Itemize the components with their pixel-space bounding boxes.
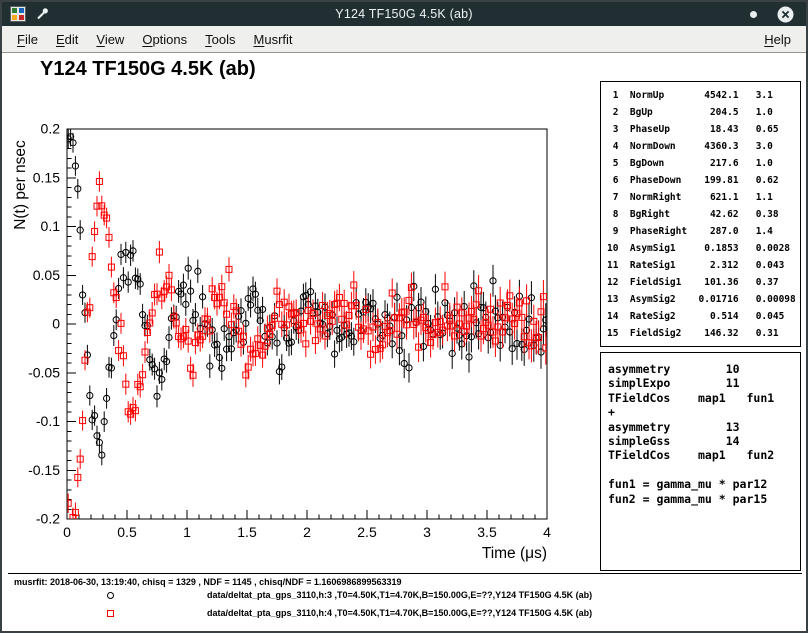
- plot-area[interactable]: 0 0.5 1 1.5 2 2.5 3 3.5 4 -0.2 -0.15 -0.1 -0.05 0 0.05…: [2, 53, 602, 573]
- series-open-square: [65, 171, 549, 548]
- svg-text:0.2: 0.2: [41, 121, 61, 137]
- fit-parameter-row: 8 BgRight 42.62 0.38: [607, 206, 800, 223]
- open-square-icon: [107, 610, 114, 617]
- fit-info-footer: musrfit: 2018-06-30, 13:19:40, chisq = 1…: [8, 573, 802, 623]
- theory-line: asymmetry 10: [608, 362, 800, 376]
- theory-line: simplExpo 11: [608, 376, 800, 390]
- fit-parameter-row: 4 NormDown 4360.3 3.0: [607, 138, 800, 155]
- theory-line: TFieldCos map1 fun1: [608, 391, 800, 405]
- theory-line: simpleGss 14: [608, 434, 800, 448]
- legend: data/deltat_pta_gps_3110,h:3 ,T0=4.50K,T…: [8, 587, 802, 623]
- fit-parameter-row: 1 NormUp 4542.1 3.1: [607, 87, 800, 104]
- fit-parameter-row: 12 FieldSig1 101.36 0.37: [607, 274, 800, 291]
- menu-help[interactable]: Help: [755, 32, 800, 47]
- svg-text:0.15: 0.15: [33, 169, 60, 185]
- fit-parameter-row: 2 BgUp 204.5 1.0: [607, 104, 800, 121]
- legend-entry: data/deltat_pta_gps_3110,h:4 ,T0=4.50K,T…: [8, 605, 802, 623]
- root-canvas[interactable]: Y124 TF150G 4.5K (ab) 00.511.522.533.54-…: [2, 53, 806, 631]
- open-circle-icon: [107, 592, 114, 599]
- svg-text:1.5: 1.5: [237, 524, 257, 540]
- fit-parameters-panel: 1 NormUp 4542.1 3.1 2 BgUp 204.5 1.0 3 P…: [600, 81, 801, 347]
- menu-edit[interactable]: Edit: [47, 32, 87, 47]
- theory-line: asymmetry 13: [608, 420, 800, 434]
- fit-parameter-row: 7 NormRight 621.1 1.1: [607, 189, 800, 206]
- svg-text:0.5: 0.5: [117, 524, 137, 540]
- svg-text:3.5: 3.5: [477, 524, 497, 540]
- menu-musrfit[interactable]: Musrfit: [245, 32, 302, 47]
- theory-line: fun1 = gamma_mu * par12: [608, 477, 800, 491]
- fit-parameter-row: 10 AsymSig1 0.1853 0.0028: [607, 240, 800, 257]
- close-button[interactable]: [777, 6, 794, 23]
- svg-text:-0.1: -0.1: [36, 413, 60, 429]
- svg-text:0: 0: [52, 316, 60, 332]
- svg-text:N(t) per nsec: N(t) per nsec: [12, 140, 29, 230]
- menu-file[interactable]: File: [8, 32, 47, 47]
- fit-parameter-row: 15 FieldSig2 146.32 0.31: [607, 325, 800, 342]
- menu-options[interactable]: Options: [133, 32, 196, 47]
- legend-label: data/deltat_pta_gps_3110,h:3 ,T0=4.50K,T…: [207, 590, 592, 600]
- svg-text:4: 4: [543, 524, 551, 540]
- titlebar[interactable]: Y124 TF150G 4.5K (ab): [2, 2, 806, 26]
- plot-frame: [67, 129, 547, 519]
- fit-parameter-row: 6 PhaseDown 199.81 0.62: [607, 172, 800, 189]
- svg-text:Time (μs): Time (μs): [482, 545, 547, 562]
- minimize-button[interactable]: [750, 11, 757, 18]
- musrview-window: Y124 TF150G 4.5K (ab) File Edit View Opt…: [0, 0, 808, 633]
- legend-entry: data/deltat_pta_gps_3110,h:3 ,T0=4.50K,T…: [8, 587, 802, 605]
- svg-text:2.5: 2.5: [357, 524, 377, 540]
- svg-text:2: 2: [303, 524, 311, 540]
- theory-line: TFieldCos map1 fun2: [608, 448, 800, 462]
- menubar: File Edit View Options Tools Musrfit Hel…: [2, 26, 806, 53]
- svg-text:0: 0: [63, 524, 71, 540]
- svg-text:1: 1: [183, 524, 191, 540]
- app-icon: [10, 6, 26, 22]
- legend-label: data/deltat_pta_gps_3110,h:4 ,T0=4.50K,T…: [207, 608, 592, 618]
- theory-line: +: [608, 405, 800, 419]
- svg-text:0.1: 0.1: [41, 218, 61, 234]
- svg-text:-0.2: -0.2: [36, 511, 60, 527]
- fit-parameter-row: 5 BgDown 217.6 1.0: [607, 155, 800, 172]
- pin-icon[interactable]: [35, 7, 49, 21]
- fit-parameter-row: 11 RateSig1 2.312 0.043: [607, 257, 800, 274]
- fit-parameter-row: 13 AsymSig2 0.01716 0.00098: [607, 291, 800, 308]
- menu-view[interactable]: View: [87, 32, 133, 47]
- theory-line: fun2 = gamma_mu * par15: [608, 492, 800, 506]
- svg-text:0.05: 0.05: [33, 267, 60, 283]
- svg-text:-0.15: -0.15: [28, 462, 60, 478]
- menu-tools[interactable]: Tools: [196, 32, 244, 47]
- svg-text:-0.05: -0.05: [28, 364, 60, 380]
- fit-parameter-row: 9 PhaseRight 287.0 1.4: [607, 223, 800, 240]
- svg-text:3: 3: [423, 524, 431, 540]
- axis-labels: 0 0.5 1 1.5 2 2.5 3 3.5 4 -0.2 -0.15 -0.1 -0.05 0 0.05…: [12, 121, 551, 562]
- window-title: Y124 TF150G 4.5K (ab): [2, 7, 806, 21]
- theory-line: [608, 463, 800, 477]
- fit-stats: musrfit: 2018-06-30, 13:19:40, chisq = 1…: [8, 577, 802, 587]
- fit-parameter-row: 14 RateSig2 0.514 0.045: [607, 308, 800, 325]
- theory-panel: asymmetry 10simplExpo 11TFieldCos map1 f…: [600, 352, 801, 571]
- fit-parameter-row: 3 PhaseUp 18.43 0.65: [607, 121, 800, 138]
